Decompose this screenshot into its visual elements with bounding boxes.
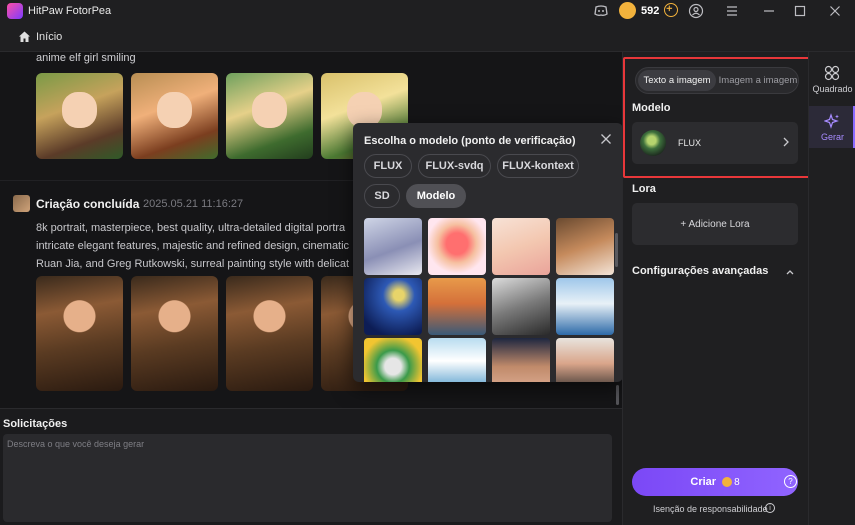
result-image[interactable] [36,276,123,391]
model-name: FLUX [678,138,702,148]
right-navigation: Quadrado Gerar [808,52,855,525]
model-thumbnail[interactable] [556,338,614,382]
model-thumbnail[interactable] [492,338,550,382]
result-image[interactable] [226,276,313,391]
model-thumbnail[interactable] [556,278,614,335]
result-description-line: Ruan Jia, and Greg Rutkowski, surreal pa… [36,258,350,270]
nav-label: Quadrado [812,84,853,94]
maximize-icon[interactable] [792,3,808,19]
result-image[interactable] [226,73,313,159]
popup-title: Escolha o modelo (ponto de verificação) [364,135,576,147]
model-thumbnail[interactable] [492,218,550,275]
model-thumbnail[interactable] [428,218,486,275]
nav-item-gerar[interactable]: Gerar [809,106,855,148]
add-lora-button[interactable]: + Adicione Lora [632,203,798,245]
model-selector[interactable]: FLUX [632,122,798,164]
discord-icon[interactable] [593,3,609,19]
chip-flux-svdq[interactable]: FLUX-svdq [418,154,491,178]
tab-image-to-image[interactable]: Imagem a imagem [718,70,798,91]
close-icon[interactable] [827,3,843,19]
prompt-label: Solicitações [3,418,68,430]
model-thumbnail[interactable] [492,278,550,335]
model-thumbnail[interactable] [428,338,486,382]
title-bar: HitPaw FotorPea 592 [0,0,855,22]
chip-sd[interactable]: SD [364,184,400,208]
home-icon[interactable] [18,30,31,43]
result-image[interactable] [36,73,123,159]
sparkle-icon [824,113,839,129]
prompt-section: Solicitações [0,408,622,525]
close-icon[interactable] [599,132,613,146]
coin-icon [722,477,733,487]
model-thumbnail[interactable] [364,218,422,275]
result-image[interactable] [131,73,218,159]
nav-label: Gerar [820,132,844,142]
avatar [13,195,30,212]
tab-text-to-image[interactable]: Texto a imagem [638,70,716,91]
feed-scrollbar[interactable] [616,385,619,405]
result-description-line: intricate elegant features, majestic and… [36,240,350,252]
advanced-settings-label[interactable]: Configurações avançadas [632,265,768,277]
grid-icon [824,65,840,81]
result-description-line: 8k portrait, masterpiece, best quality, … [36,222,346,234]
coin-icon[interactable] [619,2,636,19]
add-credits-icon[interactable] [664,3,678,17]
result-timestamp: 2025.05.21 11:16:27 [143,198,244,210]
prompt-input[interactable] [3,434,612,522]
account-icon[interactable] [688,3,704,19]
app-logo-icon [7,3,23,19]
chip-flux[interactable]: FLUX [364,154,412,178]
mode-toggle: Texto a imagem Imagem a imagem [635,67,799,94]
menu-icon[interactable] [724,3,740,19]
chip-flux-kontext[interactable]: FLUX-kontext [497,154,579,178]
model-selection-popup: Escolha o modelo (ponto de verificação) … [353,123,623,382]
breadcrumb: Início [0,22,855,52]
credits-count: 592 [641,5,660,17]
model-thumbnail[interactable] [428,278,486,335]
create-label: Criar [690,476,717,488]
help-icon[interactable]: ? [784,475,797,488]
model-thumbnail[interactable] [556,218,614,275]
create-cost: 8 [734,476,740,488]
create-button[interactable]: Criar 8 ? [632,468,798,496]
model-thumbnail[interactable] [364,278,422,335]
result-status-title: Criação concluída [36,197,140,211]
app-window: HitPaw FotorPea 592 Início anime elf gir… [0,0,855,525]
model-section-label: Modelo [632,102,671,114]
model-thumbnail[interactable] [364,338,422,382]
settings-panel: Texto a imagem Imagem a imagem Modelo FL… [622,52,819,525]
minimize-icon[interactable] [761,3,777,19]
popup-scrollbar[interactable] [615,233,618,267]
nav-item-quadrado[interactable]: Quadrado [809,58,855,100]
chevron-up-icon[interactable] [785,268,795,276]
breadcrumb-home[interactable]: Início [36,31,62,43]
disclaimer-link[interactable]: Isenção de responsabilidade [653,504,768,514]
previous-prompt-text: anime elf girl smiling [36,52,136,64]
chevron-right-icon [783,137,789,147]
flux-model-icon [640,130,666,156]
app-title: HitPaw FotorPea [28,5,112,17]
lora-section-label: Lora [632,183,656,195]
chip-modelo[interactable]: Modelo [406,184,466,208]
info-icon[interactable]: i [765,503,775,513]
result-image[interactable] [131,276,218,391]
